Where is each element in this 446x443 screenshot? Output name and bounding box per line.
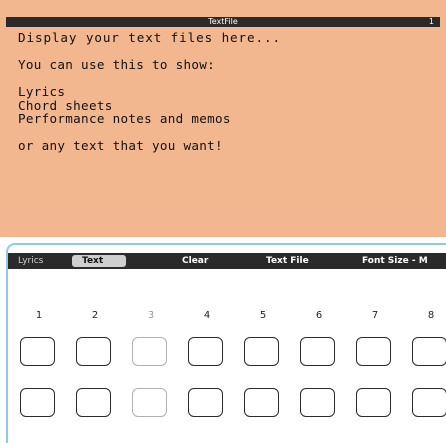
pad-button[interactable] xyxy=(356,337,391,366)
text-file-title: TextFile xyxy=(208,17,238,26)
pad-number: 3 xyxy=(147,310,155,321)
pad-number: 8 xyxy=(427,310,435,321)
pad-button-disabled xyxy=(132,388,167,417)
text-line: or any text that you want! xyxy=(18,138,223,153)
pad-number: 1 xyxy=(35,310,43,321)
pad-button[interactable] xyxy=(300,337,335,366)
pad-button[interactable] xyxy=(244,388,279,417)
pad-number: 2 xyxy=(91,310,99,321)
text-content: Display your text files here... You can … xyxy=(18,31,438,153)
pad-button[interactable] xyxy=(356,388,391,417)
control-panel: Lyrics Text Clear Text File Font Size - … xyxy=(6,243,446,443)
text-line: Display your text files here... xyxy=(18,30,281,45)
pad-button[interactable] xyxy=(300,388,335,417)
pad-button[interactable] xyxy=(244,337,279,366)
pad-number: 4 xyxy=(203,310,211,321)
text-title-bar: TextFile 1 xyxy=(6,17,440,27)
font-size-button[interactable]: Font Size - M xyxy=(362,253,428,269)
pad-button[interactable] xyxy=(76,388,111,417)
pad-number: 6 xyxy=(315,310,323,321)
pad-button[interactable] xyxy=(76,337,111,366)
pad-button[interactable] xyxy=(188,337,223,366)
tab-text[interactable]: Text xyxy=(72,255,126,267)
text-line: Lyrics xyxy=(18,84,66,99)
control-bar: Lyrics Text Clear Text File Font Size - … xyxy=(8,253,446,269)
pad-button[interactable] xyxy=(412,388,446,417)
pad-button[interactable] xyxy=(188,388,223,417)
text-line-blank xyxy=(18,72,438,86)
text-line: Performance notes and memos xyxy=(18,111,231,126)
pad-button-disabled xyxy=(132,337,167,366)
text-display-panel: TextFile 1 Display your text files here.… xyxy=(0,0,446,237)
clear-button[interactable]: Clear xyxy=(182,253,208,269)
pad-number: 5 xyxy=(259,310,267,321)
pad-button[interactable] xyxy=(20,337,55,366)
pad-number: 7 xyxy=(371,310,379,321)
text-line: You can use this to show: xyxy=(18,57,216,72)
text-line: Chord sheets xyxy=(18,97,113,113)
text-file-button[interactable]: Text File xyxy=(266,253,309,269)
tab-lyrics[interactable]: Lyrics xyxy=(18,253,43,269)
text-line-blank xyxy=(18,126,438,140)
pad-button[interactable] xyxy=(20,388,55,417)
pad-button[interactable] xyxy=(412,337,446,366)
text-line-blank xyxy=(18,45,438,59)
page-number: 1 xyxy=(428,17,434,26)
